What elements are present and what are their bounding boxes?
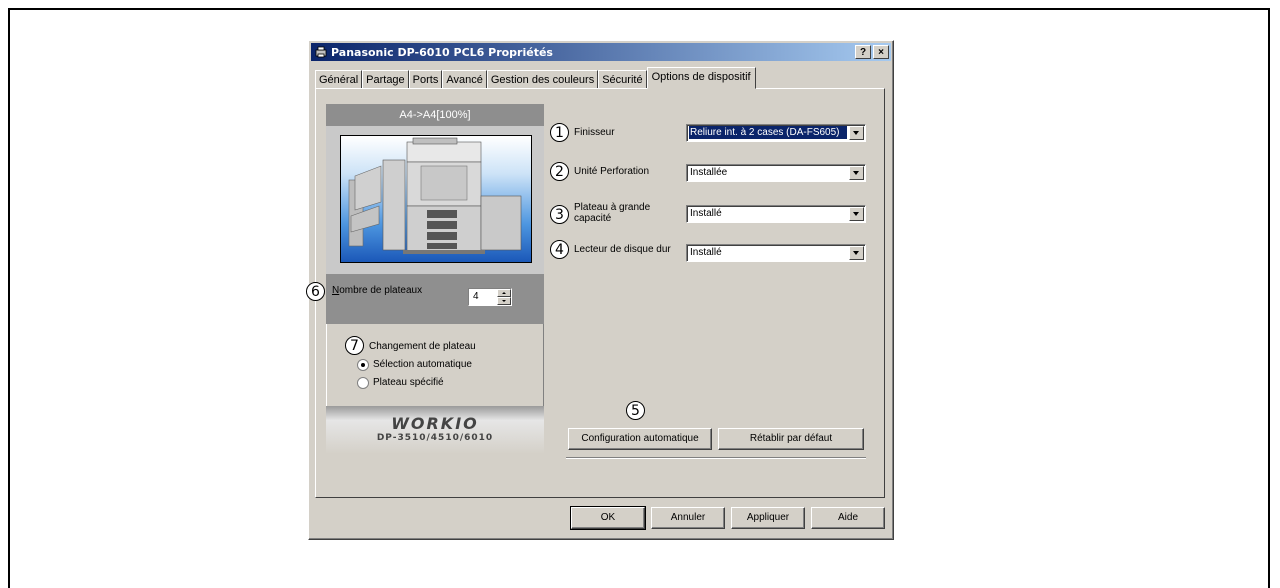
punch-unit-value: Installée — [690, 167, 728, 178]
title-bar: Panasonic DP-6010 PCL6 Propriétés ? × — [311, 43, 891, 61]
close-button[interactable]: × — [873, 45, 889, 59]
chevron-down-icon[interactable] — [849, 207, 864, 221]
tray-change-group: 7 Changement de plateau Sélection automa… — [326, 324, 544, 406]
paper-size-label: A4->A4[100%] — [326, 104, 544, 126]
tab-general[interactable]: Général — [315, 70, 363, 89]
chevron-down-icon[interactable] — [849, 166, 864, 180]
logo-model-text: DP-3510/4510/6010 — [376, 433, 494, 443]
tab-device-options[interactable]: Options de dispositif — [646, 67, 756, 89]
hdd-value: Installé — [690, 247, 722, 258]
copier-icon — [348, 137, 522, 254]
tab-strip: Général Partage Ports Avancé Gestion des… — [315, 67, 756, 89]
punch-unit-select[interactable]: Installée — [686, 164, 866, 182]
printer-image-area — [326, 126, 544, 274]
auto-select-label[interactable]: Sélection automatique — [373, 359, 472, 370]
finisher-label: Finisseur — [574, 127, 615, 138]
apply-button[interactable]: Appliquer — [731, 507, 805, 529]
spinner-up-button[interactable] — [497, 289, 511, 297]
callout-5: 5 — [626, 401, 645, 420]
hdd-label: Lecteur de disque dur — [574, 244, 671, 255]
lcc-value: Installé — [690, 208, 722, 219]
tray-count-area: Nombre de plateaux 4 — [326, 274, 544, 324]
lcc-label-line2: capacité — [574, 213, 612, 224]
lcc-label-line1: Plateau à grande — [574, 202, 651, 213]
callout-7: 7 — [345, 336, 364, 355]
finisher-select[interactable]: Reliure int. à 2 cases (DA-FS605) — [686, 124, 866, 142]
spinner-down-button[interactable] — [497, 297, 511, 305]
tray-count-spinner[interactable]: 4 — [468, 288, 512, 306]
callout-1: 1 — [550, 123, 569, 142]
callout-3: 3 — [550, 205, 569, 224]
help-button[interactable]: Aide — [811, 507, 885, 529]
tray-count-label: Nombre de plateaux — [332, 285, 423, 296]
specified-tray-radio[interactable] — [357, 377, 369, 389]
chevron-down-icon[interactable] — [849, 246, 864, 260]
auto-select-radio[interactable] — [357, 359, 369, 371]
callout-4: 4 — [550, 240, 569, 259]
device-options-panel: A4->A4[100%] Nombre de plateaux 4 7 Chan… — [306, 88, 885, 498]
punch-unit-label: Unité Perforation — [574, 166, 650, 177]
chevron-down-icon[interactable] — [849, 126, 864, 140]
tab-advanced[interactable]: Avancé — [442, 70, 487, 89]
tab-security[interactable]: Sécurité — [598, 70, 647, 89]
auto-config-button[interactable]: Configuration automatique — [568, 428, 712, 450]
callout-6: 6 — [306, 282, 325, 301]
tray-count-value: 4 — [473, 291, 479, 302]
tray-change-title: Changement de plateau — [369, 341, 476, 352]
properties-dialog: Panasonic DP-6010 PCL6 Propriétés ? × Gé… — [306, 40, 894, 540]
workio-logo: WORKIO DP-3510/4510/6010 — [326, 406, 544, 454]
separator — [566, 457, 866, 459]
reset-default-button[interactable]: Rétablir par défaut — [718, 428, 864, 450]
callout-2: 2 — [550, 162, 569, 181]
tray-count-label-text: ombre de plateaux — [339, 285, 423, 296]
hdd-select[interactable]: Installé — [686, 244, 866, 262]
printer-icon — [315, 46, 327, 58]
ok-button[interactable]: OK — [570, 506, 646, 530]
help-title-button[interactable]: ? — [855, 45, 871, 59]
window-title: Panasonic DP-6010 PCL6 Propriétés — [331, 45, 553, 59]
device-preview-panel: A4->A4[100%] Nombre de plateaux 4 7 Chan… — [326, 104, 544, 454]
lcc-select[interactable]: Installé — [686, 205, 866, 223]
tab-sharing[interactable]: Partage — [362, 70, 409, 89]
logo-main-text: WORKIO — [391, 414, 479, 433]
tab-ports[interactable]: Ports — [408, 70, 443, 89]
cancel-button[interactable]: Annuler — [651, 507, 725, 529]
tab-color-management[interactable]: Gestion des couleurs — [486, 70, 599, 89]
printer-illustration — [340, 135, 532, 263]
specified-tray-label[interactable]: Plateau spécifié — [373, 377, 444, 388]
finisher-value: Reliure int. à 2 cases (DA-FS605) — [689, 126, 847, 139]
